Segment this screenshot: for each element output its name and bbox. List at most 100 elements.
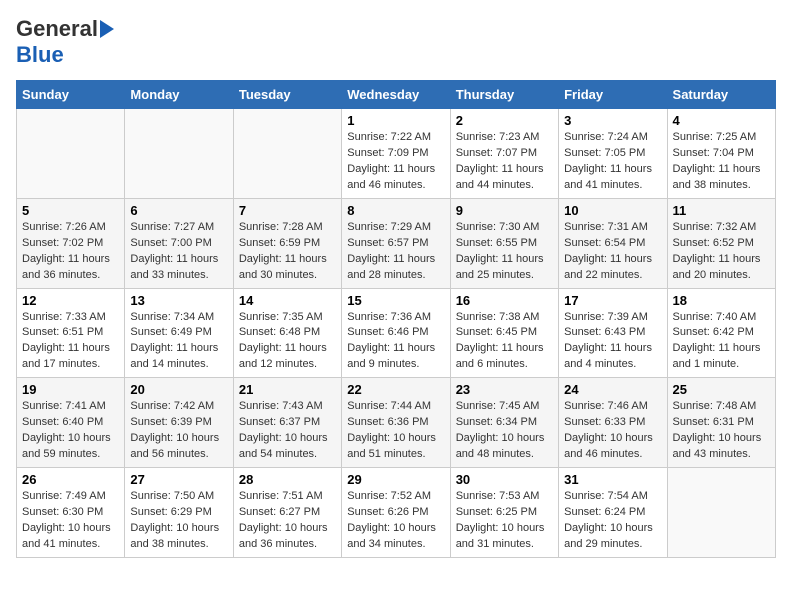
day-number: 14 (239, 293, 336, 308)
day-number: 11 (673, 203, 770, 218)
calendar-cell: 28Sunrise: 7:51 AMSunset: 6:27 PMDayligh… (233, 468, 341, 558)
day-info: Sunrise: 7:52 AMSunset: 6:26 PMDaylight:… (347, 489, 444, 553)
calendar-cell: 16 Sunrise: 7:38 AMSunset: 6:45 PMDayligh… (450, 288, 558, 378)
day-number: 21 (239, 382, 336, 397)
calendar-cell: 6 Sunrise: 7:27 AMSunset: 7:00 PMDaylight… (125, 198, 233, 288)
day-number: 31 (564, 472, 661, 487)
day-number: 22 (347, 382, 444, 397)
day-number: 19 (22, 382, 119, 397)
day-number: 9 (456, 203, 553, 218)
day-number: 23 (456, 382, 553, 397)
day-info: Sunrise: 7:40 AMSunset: 6:42 PMDaylight:… (673, 310, 770, 374)
weekday-header-saturday: Saturday (667, 81, 775, 109)
day-number: 26 (22, 472, 119, 487)
day-number: 30 (456, 472, 553, 487)
day-number: 13 (130, 293, 227, 308)
day-info: Sunrise: 7:48 AMSunset: 6:31 PMDaylight:… (673, 399, 770, 463)
calendar-cell: 25 Sunrise: 7:48 AMSunset: 6:31 PMDayligh… (667, 378, 775, 468)
day-info: Sunrise: 7:50 AMSunset: 6:29 PMDaylight:… (130, 489, 227, 553)
calendar-cell: 12 Sunrise: 7:33 AMSunset: 6:51 PMDayligh… (17, 288, 125, 378)
calendar-cell: 11 Sunrise: 7:32 AMSunset: 6:52 PMDayligh… (667, 198, 775, 288)
day-number: 4 (673, 113, 770, 128)
day-number: 12 (22, 293, 119, 308)
calendar-cell: 24 Sunrise: 7:46 AMSunset: 6:33 PMDayligh… (559, 378, 667, 468)
page-header: General Blue (16, 16, 776, 68)
calendar-cell: 8 Sunrise: 7:29 AMSunset: 6:57 PMDaylight… (342, 198, 450, 288)
day-number: 6 (130, 203, 227, 218)
calendar-cell: 22 Sunrise: 7:44 AMSunset: 6:36 PMDayligh… (342, 378, 450, 468)
calendar-week-row: 5 Sunrise: 7:26 AMSunset: 7:02 PMDaylight… (17, 198, 776, 288)
weekday-header-tuesday: Tuesday (233, 81, 341, 109)
day-info: Sunrise: 7:27 AMSunset: 7:00 PMDaylight:… (130, 220, 227, 284)
calendar-cell (233, 109, 341, 199)
day-info: Sunrise: 7:44 AMSunset: 6:36 PMDaylight:… (347, 399, 444, 463)
calendar-cell: 1 Sunrise: 7:22 AMSunset: 7:09 PMDaylight… (342, 109, 450, 199)
calendar-cell: 4 Sunrise: 7:25 AMSunset: 7:04 PMDaylight… (667, 109, 775, 199)
calendar-cell: 27Sunrise: 7:50 AMSunset: 6:29 PMDayligh… (125, 468, 233, 558)
day-number: 29 (347, 472, 444, 487)
day-number: 25 (673, 382, 770, 397)
day-number: 2 (456, 113, 553, 128)
day-info: Sunrise: 7:35 AMSunset: 6:48 PMDaylight:… (239, 310, 336, 374)
logo-general: General (16, 16, 98, 42)
calendar-cell: 7Sunrise: 7:28 AMSunset: 6:59 PMDaylight… (233, 198, 341, 288)
calendar-cell: 21 Sunrise: 7:43 AMSunset: 6:37 PMDayligh… (233, 378, 341, 468)
calendar-cell: 5 Sunrise: 7:26 AMSunset: 7:02 PMDaylight… (17, 198, 125, 288)
day-number: 5 (22, 203, 119, 218)
calendar-cell (17, 109, 125, 199)
day-info: Sunrise: 7:30 AMSunset: 6:55 PMDaylight:… (456, 220, 553, 284)
day-number: 20 (130, 382, 227, 397)
logo-blue: Blue (16, 42, 64, 68)
day-info: Sunrise: 7:46 AMSunset: 6:33 PMDaylight:… (564, 399, 661, 463)
day-info: Sunrise: 7:29 AMSunset: 6:57 PMDaylight:… (347, 220, 444, 284)
calendar-cell: 18Sunrise: 7:40 AMSunset: 6:42 PMDayligh… (667, 288, 775, 378)
day-info: Sunrise: 7:42 AMSunset: 6:39 PMDaylight:… (130, 399, 227, 463)
weekday-header-monday: Monday (125, 81, 233, 109)
calendar-week-row: 12 Sunrise: 7:33 AMSunset: 6:51 PMDayligh… (17, 288, 776, 378)
day-info: Sunrise: 7:38 AMSunset: 6:45 PMDaylight:… (456, 310, 553, 374)
calendar-cell: 2 Sunrise: 7:23 AMSunset: 7:07 PMDaylight… (450, 109, 558, 199)
calendar-cell: 13 Sunrise: 7:34 AMSunset: 6:49 PMDayligh… (125, 288, 233, 378)
day-info: Sunrise: 7:39 AMSunset: 6:43 PMDaylight:… (564, 310, 661, 374)
calendar-cell: 20 Sunrise: 7:42 AMSunset: 6:39 PMDayligh… (125, 378, 233, 468)
day-info: Sunrise: 7:26 AMSunset: 7:02 PMDaylight:… (22, 220, 119, 284)
day-info: Sunrise: 7:32 AMSunset: 6:52 PMDaylight:… (673, 220, 770, 284)
day-info: Sunrise: 7:53 AMSunset: 6:25 PMDaylight:… (456, 489, 553, 553)
day-info: Sunrise: 7:54 AMSunset: 6:24 PMDaylight:… (564, 489, 661, 553)
day-number: 15 (347, 293, 444, 308)
weekday-header-wednesday: Wednesday (342, 81, 450, 109)
day-number: 24 (564, 382, 661, 397)
day-info: Sunrise: 7:25 AMSunset: 7:04 PMDaylight:… (673, 130, 770, 194)
day-number: 16 (456, 293, 553, 308)
calendar-cell: 31 Sunrise: 7:54 AMSunset: 6:24 PMDayligh… (559, 468, 667, 558)
calendar-header-row: SundayMondayTuesdayWednesdayThursdayFrid… (17, 81, 776, 109)
day-info: Sunrise: 7:23 AMSunset: 7:07 PMDaylight:… (456, 130, 553, 194)
day-number: 3 (564, 113, 661, 128)
day-info: Sunrise: 7:51 AMSunset: 6:27 PMDaylight:… (239, 489, 336, 553)
day-number: 17 (564, 293, 661, 308)
calendar-week-row: 1 Sunrise: 7:22 AMSunset: 7:09 PMDaylight… (17, 109, 776, 199)
calendar-week-row: 26 Sunrise: 7:49 AMSunset: 6:30 PMDayligh… (17, 468, 776, 558)
day-info: Sunrise: 7:22 AMSunset: 7:09 PMDaylight:… (347, 130, 444, 194)
day-number: 10 (564, 203, 661, 218)
day-info: Sunrise: 7:41 AMSunset: 6:40 PMDaylight:… (22, 399, 119, 463)
day-number: 7 (239, 203, 336, 218)
logo: General Blue (16, 16, 114, 68)
day-info: Sunrise: 7:33 AMSunset: 6:51 PMDaylight:… (22, 310, 119, 374)
calendar-cell: 26 Sunrise: 7:49 AMSunset: 6:30 PMDayligh… (17, 468, 125, 558)
weekday-header-sunday: Sunday (17, 81, 125, 109)
day-info: Sunrise: 7:43 AMSunset: 6:37 PMDaylight:… (239, 399, 336, 463)
day-info: Sunrise: 7:34 AMSunset: 6:49 PMDaylight:… (130, 310, 227, 374)
calendar-cell: 30 Sunrise: 7:53 AMSunset: 6:25 PMDayligh… (450, 468, 558, 558)
calendar-cell (125, 109, 233, 199)
day-info: Sunrise: 7:49 AMSunset: 6:30 PMDaylight:… (22, 489, 119, 553)
day-info: Sunrise: 7:36 AMSunset: 6:46 PMDaylight:… (347, 310, 444, 374)
day-info: Sunrise: 7:45 AMSunset: 6:34 PMDaylight:… (456, 399, 553, 463)
calendar-cell: 19 Sunrise: 7:41 AMSunset: 6:40 PMDayligh… (17, 378, 125, 468)
day-info: Sunrise: 7:24 AMSunset: 7:05 PMDaylight:… (564, 130, 661, 194)
weekday-header-thursday: Thursday (450, 81, 558, 109)
calendar-cell (667, 468, 775, 558)
day-number: 8 (347, 203, 444, 218)
logo-arrow-icon (100, 20, 114, 38)
day-number: 1 (347, 113, 444, 128)
